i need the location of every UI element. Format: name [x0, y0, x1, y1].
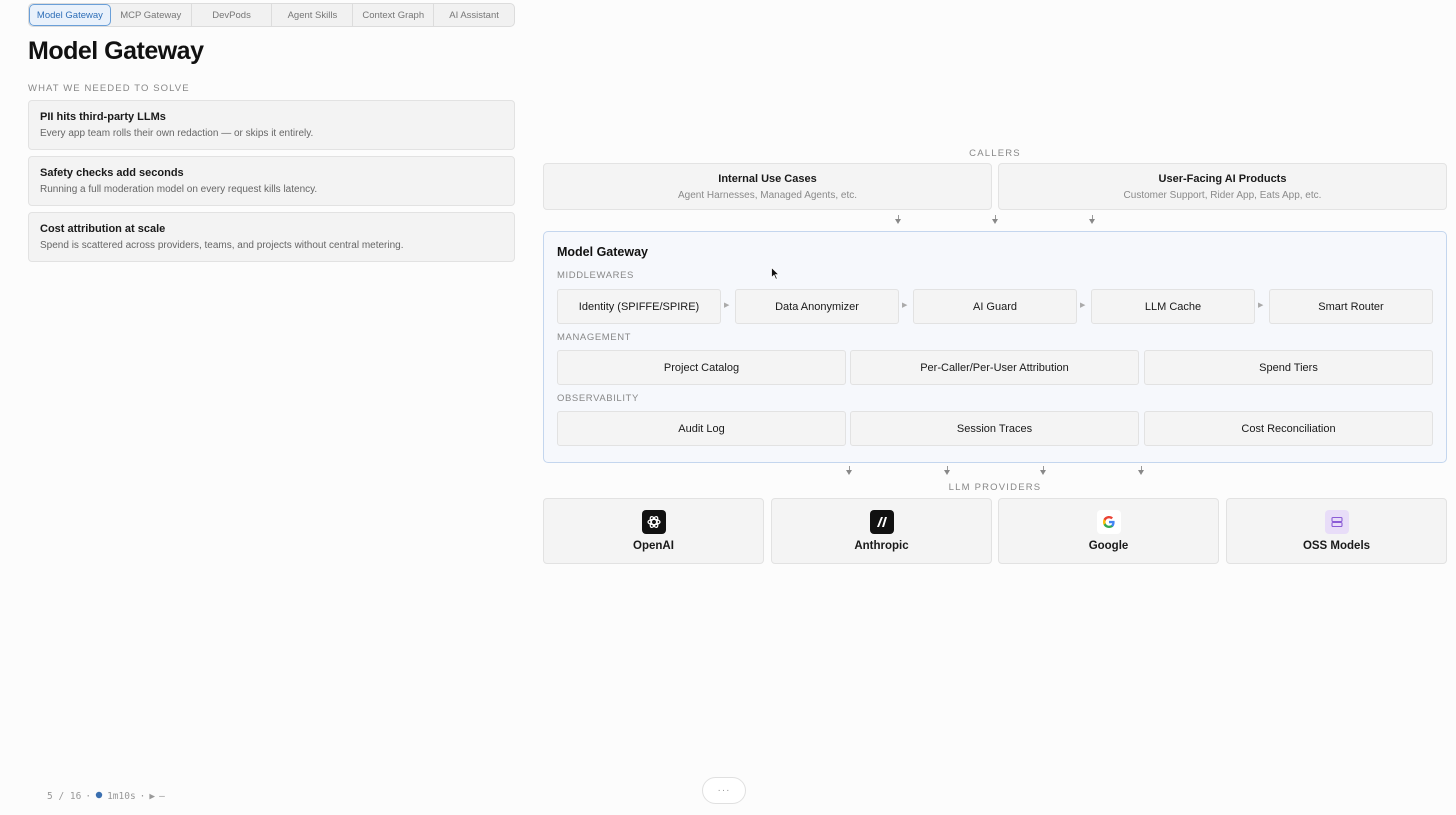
management-attribution: Per-Caller/Per-User Attribution	[850, 350, 1139, 385]
footer-extra: —	[159, 791, 165, 802]
middlewares-label: MIDDLEWARES	[557, 270, 634, 281]
providers-label: LLM PROVIDERS	[948, 482, 1042, 493]
caller-title: User-Facing AI Products	[1158, 173, 1287, 185]
mouse-cursor-icon	[771, 266, 780, 285]
anthropic-icon	[869, 510, 894, 534]
server-icon	[1324, 510, 1349, 534]
provider-oss-models: OSS Models	[1226, 498, 1447, 564]
problem-card: PII hits third-party LLMs Every app team…	[28, 100, 515, 150]
management-project-catalog: Project Catalog	[557, 350, 846, 385]
elapsed-time: 1m10s	[107, 791, 136, 802]
problem-desc: Spend is scattered across providers, tea…	[40, 240, 404, 251]
right-arrow-icon: ▶	[1080, 302, 1086, 309]
problem-title: Cost attribution at scale	[40, 223, 166, 235]
gateway-title: Model Gateway	[557, 245, 648, 259]
tab-model-gateway[interactable]: Model Gateway	[29, 4, 111, 26]
provider-name: OSS Models	[1302, 540, 1371, 552]
separator-dot: ·	[139, 791, 146, 802]
caller-title: Internal Use Cases	[718, 173, 817, 185]
google-icon	[1096, 510, 1121, 534]
right-arrow-icon: ▶	[902, 302, 908, 309]
problem-desc: Every app team rolls their own redaction…	[40, 128, 314, 139]
tab-agent-skills[interactable]: Agent Skills	[272, 4, 354, 26]
caller-subtitle: Agent Harnesses, Managed Agents, etc.	[678, 190, 857, 201]
tab-bar: Model Gateway MCP Gateway DevPods Agent …	[28, 3, 515, 27]
middleware-llm-cache: LLM Cache	[1091, 289, 1255, 324]
openai-icon	[641, 510, 666, 534]
presentation-footer: 5 / 16 · 1m10s · ▶ —	[47, 791, 165, 802]
play-icon[interactable]: ▶	[149, 791, 155, 802]
callers-label: CALLERS	[969, 148, 1021, 159]
tab-ai-assistant[interactable]: AI Assistant	[434, 4, 514, 26]
tab-devpods[interactable]: DevPods	[192, 4, 273, 26]
slide-counter: 5 / 16	[47, 791, 82, 802]
more-options-button[interactable]: ···	[702, 777, 746, 804]
provider-google: Google	[998, 498, 1219, 564]
caller-internal-use-cases: Internal Use Cases Agent Harnesses, Mana…	[543, 163, 992, 210]
problem-title: PII hits third-party LLMs	[40, 111, 166, 123]
tab-mcp-gateway[interactable]: MCP Gateway	[111, 4, 192, 26]
problem-card: Cost attribution at scale Spend is scatt…	[28, 212, 515, 262]
page-title: Model Gateway	[28, 37, 204, 65]
observability-audit-log: Audit Log	[557, 411, 846, 446]
separator-dot: ·	[85, 791, 92, 802]
problem-title: Safety checks add seconds	[40, 167, 184, 179]
observability-session-traces: Session Traces	[850, 411, 1139, 446]
provider-name: Anthropic	[854, 540, 909, 552]
caller-user-facing-products: User-Facing AI Products Customer Support…	[998, 163, 1447, 210]
provider-anthropic: Anthropic	[771, 498, 992, 564]
tab-context-graph[interactable]: Context Graph	[353, 4, 435, 26]
provider-openai: OpenAI	[543, 498, 764, 564]
observability-label: OBSERVABILITY	[557, 393, 639, 404]
provider-name: OpenAI	[633, 540, 674, 552]
middleware-data-anonymizer: Data Anonymizer	[735, 289, 899, 324]
provider-name: Google	[1088, 540, 1129, 552]
management-label: MANAGEMENT	[557, 332, 632, 343]
observability-cost-reconciliation: Cost Reconciliation	[1144, 411, 1433, 446]
middleware-identity: Identity (SPIFFE/SPIRE)	[557, 289, 721, 324]
timer-icon	[95, 791, 103, 802]
right-arrow-icon: ▶	[724, 302, 730, 309]
right-arrow-icon: ▶	[1258, 302, 1264, 309]
problem-card: Safety checks add seconds Running a full…	[28, 156, 515, 206]
problem-desc: Running a full moderation model on every…	[40, 184, 318, 195]
middleware-smart-router: Smart Router	[1269, 289, 1433, 324]
management-spend-tiers: Spend Tiers	[1144, 350, 1433, 385]
middleware-ai-guard: AI Guard	[913, 289, 1077, 324]
caller-subtitle: Customer Support, Rider App, Eats App, e…	[1123, 190, 1322, 201]
problems-section-label: WHAT WE NEEDED TO SOLVE	[28, 83, 190, 94]
